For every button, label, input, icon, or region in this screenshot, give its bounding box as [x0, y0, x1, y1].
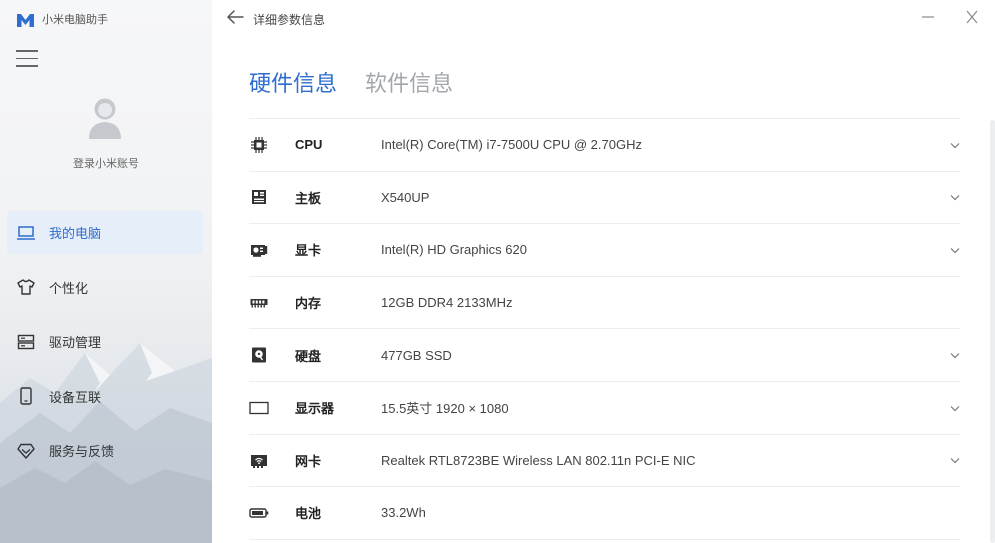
sidebar-item-service-feedback[interactable]: 服务与反馈: [7, 429, 203, 472]
hardware-row-cpu[interactable]: CPU Intel(R) Core(TM) i7-7500U CPU @ 2.7…: [249, 119, 960, 172]
hardware-row-battery[interactable]: 电池 33.2Wh: [249, 487, 960, 540]
title-bar: 详细参数信息: [212, 0, 995, 36]
hardware-row-motherboard[interactable]: 主板 X540UP: [249, 172, 960, 225]
phone-icon: [17, 387, 35, 405]
chevron-down-icon[interactable]: [950, 457, 960, 464]
chevron-down-icon[interactable]: [950, 142, 960, 149]
tab-software-info[interactable]: 软件信息: [365, 66, 453, 98]
hardware-value: 477GB SSD: [381, 347, 452, 363]
hardware-row-graphics[interactable]: 显卡 Intel(R) HD Graphics 620: [249, 224, 960, 277]
tshirt-icon: [17, 278, 35, 296]
hardware-value: 15.5英寸 1920 × 1080: [381, 401, 509, 417]
brand: 小米电脑助手: [17, 11, 108, 27]
hardware-row-monitor[interactable]: 显示器 15.5英寸 1920 × 1080: [249, 382, 960, 435]
menu-icon[interactable]: [16, 50, 40, 68]
login-link[interactable]: 登录小米账号: [0, 155, 212, 171]
hardware-label: 内存: [295, 296, 322, 312]
hardware-label: CPU: [295, 137, 323, 153]
drivers-icon: [17, 333, 35, 351]
chevron-down-icon[interactable]: [950, 247, 960, 254]
close-icon[interactable]: [965, 8, 979, 26]
network-card-icon: [249, 450, 269, 470]
memory-icon: [249, 293, 269, 313]
hardware-value: Intel(R) Core(TM) i7-7500U CPU @ 2.70GHz: [381, 137, 642, 153]
hardware-value: Realtek RTL8723BE Wireless LAN 802.11n P…: [381, 452, 696, 468]
chevron-down-icon[interactable]: [950, 194, 960, 201]
sidebar-item-personalize[interactable]: 个性化: [7, 266, 203, 309]
hardware-value: X540UP: [381, 189, 430, 205]
scrollbar[interactable]: [990, 120, 995, 543]
hardware-row-disk[interactable]: 硬盘 477GB SSD: [249, 329, 960, 382]
page-title: 详细参数信息: [253, 13, 326, 27]
hardware-label: 显示器: [295, 401, 335, 417]
chevron-down-icon[interactable]: [950, 405, 960, 412]
sidebar-item-drivers[interactable]: 驱动管理: [7, 320, 203, 363]
chevron-down-icon[interactable]: [950, 352, 960, 359]
hardware-list: CPU Intel(R) Core(TM) i7-7500U CPU @ 2.7…: [249, 118, 960, 540]
avatar[interactable]: [88, 97, 122, 139]
graphics-card-icon: [249, 240, 269, 260]
sidebar: 小米电脑助手 登录小米账号 我的电脑 个性化 驱动管理 设备互联 服务与反馈: [0, 0, 212, 543]
cpu-icon: [249, 135, 269, 155]
sidebar-item-device-link[interactable]: 设备互联: [7, 375, 203, 418]
battery-icon: [249, 503, 269, 523]
tab-hardware-info[interactable]: 硬件信息: [249, 66, 337, 98]
minimize-icon[interactable]: [921, 8, 935, 26]
sidebar-item-label: 个性化: [49, 280, 89, 296]
disk-icon: [249, 345, 269, 365]
hardware-value: 12GB DDR4 2133MHz: [381, 295, 513, 311]
hardware-label: 主板: [295, 190, 322, 206]
monitor-icon: [249, 398, 269, 418]
sidebar-item-label: 服务与反馈: [49, 444, 115, 459]
hardware-value: 33.2Wh: [381, 505, 426, 521]
hardware-label: 显卡: [295, 243, 322, 259]
hardware-label: 网卡: [295, 453, 322, 469]
hardware-label: 硬盘: [295, 348, 322, 364]
sidebar-item-label: 驱动管理: [49, 335, 102, 350]
hardware-row-network[interactable]: 网卡 Realtek RTL8723BE Wireless LAN 802.11…: [249, 435, 960, 488]
diamond-icon: [17, 442, 35, 460]
hardware-row-memory[interactable]: 内存 12GB DDR4 2133MHz: [249, 277, 960, 330]
hardware-label: 电池: [295, 506, 322, 522]
sidebar-item-my-computer[interactable]: 我的电脑: [7, 211, 203, 254]
sidebar-item-label: 我的电脑: [49, 226, 102, 241]
mi-logo-icon: [17, 13, 34, 27]
sidebar-item-label: 设备互联: [49, 389, 102, 405]
laptop-icon: [17, 224, 35, 242]
sidebar-nav: 我的电脑 个性化 驱动管理 设备互联 服务与反馈: [7, 211, 203, 484]
motherboard-icon: [249, 187, 269, 207]
app-name: 小米电脑助手: [42, 14, 108, 26]
back-arrow-icon[interactable]: [226, 9, 244, 25]
hardware-value: Intel(R) HD Graphics 620: [381, 242, 527, 258]
info-tabs: 硬件信息 软件信息: [249, 66, 453, 98]
